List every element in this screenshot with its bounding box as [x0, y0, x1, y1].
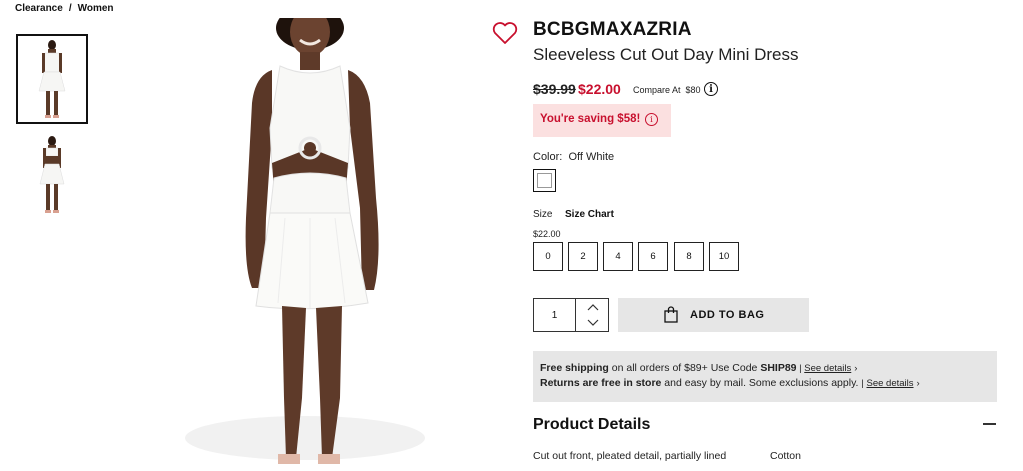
quantity-divider [575, 298, 576, 332]
breadcrumb-item-women[interactable]: Women [78, 3, 114, 14]
shipping-see-details-link[interactable]: See details [804, 363, 851, 374]
size-option-0[interactable]: 0 [533, 242, 563, 271]
size-chart-link[interactable]: Size Chart [565, 209, 614, 220]
product-detail-material: Cotton [770, 450, 801, 462]
product-name: Sleeveless Cut Out Day Mini Dress [533, 45, 799, 64]
size-option-4[interactable]: 4 [603, 242, 633, 271]
main-product-image [160, 6, 480, 466]
shipping-code: SHIP89 [760, 362, 797, 374]
free-shipping-text: on all orders of $89+ Use Code [608, 362, 761, 374]
size-price: $22.00 [533, 229, 561, 239]
original-price: $39.99 [533, 81, 576, 97]
size-option-6[interactable]: 6 [638, 242, 668, 271]
chevron-right-icon: › [854, 363, 858, 374]
add-to-bag-label: ADD TO BAG [690, 309, 765, 321]
compare-at-label: Compare At [633, 85, 681, 95]
color-label: Color: Off White [533, 151, 614, 163]
compare-at-price: Compare At $80 [633, 85, 701, 95]
size-option-10[interactable]: 10 [709, 242, 739, 271]
minus-icon[interactable] [983, 423, 996, 425]
compare-at-value: $80 [685, 85, 701, 95]
brand-name: BCBGMAXAZRIA [533, 19, 692, 40]
sale-price: $22.00 [578, 81, 621, 97]
size-option-8[interactable]: 8 [674, 242, 704, 271]
thumbnail-back[interactable] [18, 132, 86, 222]
free-shipping-bold: Free shipping [540, 362, 609, 374]
breadcrumb: Clearance / Women [15, 3, 114, 14]
savings-info-icon[interactable]: i [645, 113, 658, 126]
breadcrumb-item-clearance[interactable]: Clearance [15, 3, 63, 14]
quantity-input[interactable]: 1 [533, 298, 576, 332]
size-option-2[interactable]: 2 [568, 242, 598, 271]
free-returns-bold: Returns are free in store [540, 377, 662, 389]
savings-text: You're saving $58! [540, 113, 641, 125]
color-label-text: Color: [533, 151, 563, 163]
color-value: Off White [568, 151, 615, 163]
size-label: Size [533, 209, 553, 220]
product-details-title[interactable]: Product Details [533, 416, 650, 434]
chevron-right-icon: › [916, 378, 920, 389]
free-returns-text: and easy by mail. Some exclusions apply. [661, 377, 862, 389]
chevron-down-icon[interactable] [583, 316, 603, 329]
chevron-up-icon[interactable] [583, 301, 603, 314]
thumbnail-front[interactable] [16, 34, 88, 124]
product-detail-description: Cut out front, pleated detail, partially… [533, 450, 727, 462]
breadcrumb-separator: / [68, 3, 72, 14]
shopping-bag-icon [664, 306, 678, 323]
swatch-fill [537, 173, 552, 188]
color-swatch-off-white[interactable] [533, 169, 556, 192]
returns-see-details-link[interactable]: See details [867, 378, 914, 389]
favorite-heart-icon[interactable] [492, 21, 518, 45]
free-shipping-line: Free shipping on all orders of $89+ Use … [540, 362, 857, 374]
compare-info-icon[interactable]: i [704, 82, 718, 96]
free-returns-line: Returns are free in store and easy by ma… [540, 377, 920, 389]
